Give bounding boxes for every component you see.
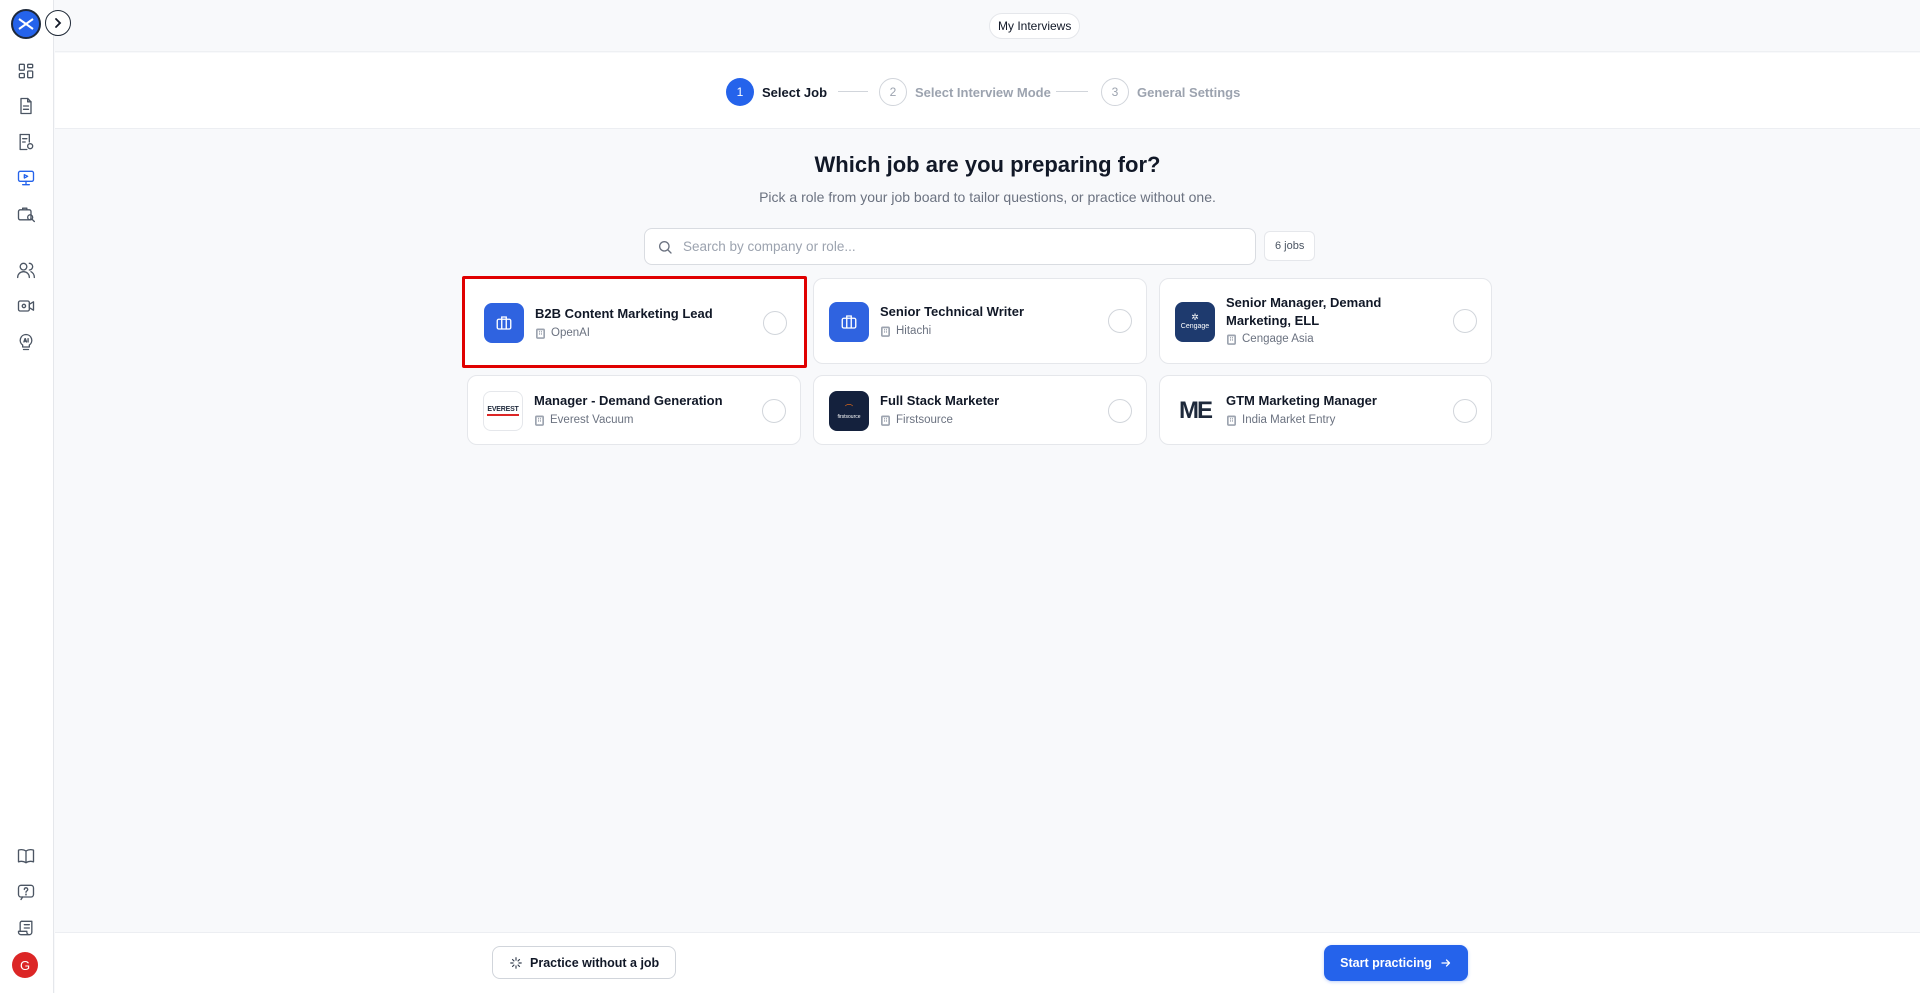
briefcase-icon <box>829 302 869 342</box>
nav-video[interactable] <box>14 294 38 318</box>
chevron-right-icon <box>55 18 62 28</box>
building-icon <box>881 415 890 426</box>
job-title: Full Stack Marketer <box>880 393 1000 408</box>
everest-logo: EVEREST <box>483 391 523 431</box>
job-radio[interactable] <box>1108 399 1132 423</box>
nav-dashboard[interactable] <box>14 59 38 83</box>
sparkle-icon <box>510 956 522 969</box>
video-icon <box>17 300 35 312</box>
job-card[interactable]: ⌒ firstsource Full Stack Marketer Firsts… <box>813 375 1147 445</box>
step-number: 1 <box>726 78 754 106</box>
nav-documents[interactable] <box>14 94 38 118</box>
resume-icon <box>19 133 34 151</box>
job-radio[interactable] <box>1453 399 1477 423</box>
document-icon <box>20 97 32 115</box>
job-card[interactable]: Senior Technical Writer Hitachi <box>813 278 1147 364</box>
nav-help[interactable] <box>14 880 38 904</box>
practice-without-job-button[interactable]: Practice without a job <box>492 946 677 979</box>
building-icon <box>1227 334 1236 345</box>
job-card[interactable]: ME GTM Marketing Manager India Market En… <box>1159 375 1492 445</box>
company-name: India Market Entry <box>1242 414 1336 426</box>
users-icon <box>17 262 35 279</box>
sidebar: G <box>0 0 54 993</box>
job-card[interactable]: EVEREST Manager - Demand Generation Ever… <box>467 375 801 445</box>
job-card[interactable]: ✲ Cengage Senior Manager, Demand Marketi… <box>1159 278 1492 364</box>
my-interviews-button[interactable]: My Interviews <box>989 13 1081 39</box>
company-name: OpenAI <box>551 327 590 339</box>
help-icon <box>17 884 35 901</box>
firstsource-logo: ⌒ firstsource <box>829 391 869 431</box>
search-input[interactable] <box>683 239 1243 254</box>
cengage-logo-text: Cengage <box>1180 323 1210 330</box>
logo-icon <box>18 18 34 30</box>
step-divider <box>838 91 868 92</box>
cengage-logo: ✲ Cengage <box>1175 302 1215 342</box>
briefcase-icon <box>484 303 524 343</box>
job-title: Manager - Demand Generation <box>534 393 723 408</box>
step-divider <box>1056 91 1088 92</box>
scroll-icon <box>17 920 33 936</box>
nav-changelog[interactable] <box>14 916 38 940</box>
ai-bulb-icon <box>19 333 33 351</box>
sidebar-toggle-button[interactable] <box>45 10 71 36</box>
arrow-right-icon <box>1441 959 1450 967</box>
step-number: 3 <box>1101 78 1129 106</box>
everest-logo-text: EVEREST <box>487 406 519 413</box>
user-avatar[interactable]: G <box>12 952 38 978</box>
bottom-bar <box>55 932 1920 993</box>
step-select-job[interactable]: 1 Select Job <box>726 78 827 106</box>
step-general-settings[interactable]: 3 General Settings <box>1101 78 1240 106</box>
step-label: General Settings <box>1137 84 1241 100</box>
company-name: Hitachi <box>896 325 932 337</box>
job-company: Firstsource <box>880 414 953 426</box>
job-title: GTM Marketing Manager <box>1226 393 1377 408</box>
company-name: Firstsource <box>896 414 953 426</box>
step-select-interview-mode[interactable]: 2 Select Interview Mode <box>879 78 1051 106</box>
nav-job-search[interactable] <box>14 202 38 226</box>
job-search-icon <box>17 207 35 223</box>
top-bar: My Interviews <box>55 0 1920 52</box>
nav-users[interactable] <box>14 258 38 282</box>
job-radio[interactable] <box>762 399 786 423</box>
jobs-count-badge: 6 jobs <box>1264 231 1316 261</box>
job-title: B2B Content Marketing Lead <box>535 306 713 321</box>
company-name: Everest Vacuum <box>550 414 634 426</box>
dashboard-icon <box>18 63 34 79</box>
firstsource-logo-text: firstsource <box>837 413 861 420</box>
job-company: Hitachi <box>880 325 931 337</box>
ime-logo-text: ME <box>1179 397 1213 424</box>
book-icon <box>17 848 35 864</box>
step-label: Select Job <box>762 84 828 100</box>
job-radio[interactable] <box>1108 309 1132 333</box>
practice-without-job-label: Practice without a job <box>530 955 660 970</box>
job-company: Everest Vacuum <box>534 414 634 426</box>
stepper: 1 Select Job 2 Select Interview Mode 3 G… <box>55 53 1920 129</box>
job-search-box[interactable] <box>644 228 1256 265</box>
job-company: India Market Entry <box>1226 414 1335 426</box>
step-label: Select Interview Mode <box>915 84 1051 100</box>
start-practicing-button[interactable]: Start practicing <box>1324 945 1468 981</box>
building-icon <box>536 328 545 339</box>
start-practicing-label: Start practicing <box>1340 956 1432 970</box>
job-title: Senior Manager, Demand Marketing, ELL <box>1226 295 1382 328</box>
job-title: Senior Technical Writer <box>880 304 1025 319</box>
page-subtitle: Pick a role from your job board to tailo… <box>759 189 1216 205</box>
india-market-entry-logo: ME <box>1175 391 1215 431</box>
job-radio[interactable] <box>1453 309 1477 333</box>
step-number: 2 <box>879 78 907 106</box>
job-company: OpenAI <box>535 327 590 339</box>
job-radio[interactable] <box>763 311 787 335</box>
nav-ai-assistant[interactable] <box>14 330 38 354</box>
nav-guide[interactable] <box>14 844 38 868</box>
nav-resume[interactable] <box>14 130 38 154</box>
page-title: Which job are you preparing for? <box>814 152 1161 177</box>
job-card[interactable]: B2B Content Marketing Lead OpenAI <box>462 276 807 368</box>
job-company: Cengage Asia <box>1226 333 1314 345</box>
app-logo[interactable] <box>11 9 41 39</box>
building-icon <box>1227 415 1236 426</box>
building-icon <box>881 326 890 337</box>
company-name: Cengage Asia <box>1242 333 1314 345</box>
building-icon <box>535 415 544 426</box>
search-icon <box>659 240 672 254</box>
